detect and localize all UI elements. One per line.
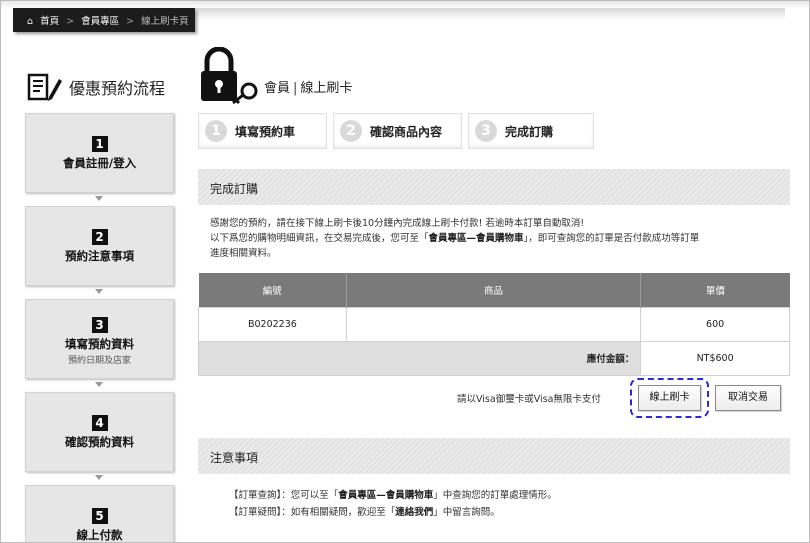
tab-confirm-items[interactable]: 2 確認商品內容 bbox=[333, 113, 462, 149]
tab-number: 2 bbox=[340, 120, 362, 142]
tab-label: 填寫預約車 bbox=[235, 124, 296, 139]
tab-label: 確認商品內容 bbox=[370, 124, 443, 139]
online-pay-button[interactable]: 線上刷卡 bbox=[638, 385, 701, 411]
column-header-price: 單價 bbox=[640, 273, 790, 307]
step-label: 填寫預約資料 bbox=[65, 337, 134, 351]
sidebar-step-4[interactable]: 4 確認預約資料 bbox=[25, 392, 174, 472]
step-arrow-icon bbox=[95, 382, 103, 387]
document-pen-icon bbox=[27, 73, 62, 101]
home-icon[interactable]: ⌂ bbox=[27, 16, 33, 27]
member-cart-link[interactable]: 會員專區—會員購物車 bbox=[429, 233, 524, 244]
page-frame: ⌂ 首頁 > 會員專區 > 線上刷卡頁 優惠預約流程 1 會員註冊/登入 2 預… bbox=[0, 0, 810, 543]
tab-number: 1 bbox=[205, 120, 227, 142]
page-title-section: 會員 bbox=[264, 81, 291, 96]
table-row: B0202236 600 bbox=[198, 306, 790, 342]
payment-note: 請以Visa御璽卡或Visa無限卡支付 bbox=[457, 394, 601, 405]
step-number: 1 bbox=[91, 136, 108, 152]
sidebar-step-5[interactable]: 5 線上付款 bbox=[25, 485, 174, 542]
notice-text: 」中留言詢問。 bbox=[433, 507, 500, 518]
top-decorative-line bbox=[195, 8, 785, 20]
complete-order-heading: 完成訂購 bbox=[198, 169, 790, 205]
notice-text: 【訂單查詢】：您可以至「 bbox=[229, 490, 339, 501]
sidebar-step-1[interactable]: 1 會員註冊/登入 bbox=[25, 113, 174, 193]
tab-label: 完成訂購 bbox=[505, 124, 554, 139]
tab-complete-order[interactable]: 3 完成訂購 bbox=[468, 113, 594, 149]
sidebar-step-2[interactable]: 2 預約注意事項 bbox=[25, 206, 174, 286]
contact-us-link[interactable]: 連絡我們 bbox=[395, 507, 433, 518]
product-cell bbox=[345, 306, 642, 342]
step-arrow-icon bbox=[95, 289, 103, 294]
column-header-id: 編號 bbox=[198, 273, 347, 307]
breadcrumb-current: 線上刷卡頁 bbox=[141, 16, 189, 27]
complete-order-description: 感謝您的預約，請在接下線上刷卡後10分鐘內完成線上刷卡付款! 若逾時本訂單自動取… bbox=[210, 216, 790, 261]
sidebar-step-3[interactable]: 3 填寫預約資料 預約日期及店家 bbox=[25, 299, 174, 379]
page-title-page: 線上刷卡 bbox=[300, 81, 353, 96]
step-label: 線上付款 bbox=[76, 528, 123, 542]
breadcrumb-separator: > bbox=[126, 16, 135, 27]
tab-fill-order[interactable]: 1 填寫預約車 bbox=[198, 113, 327, 149]
column-header-product: 商品 bbox=[346, 273, 642, 307]
description-line: 進度相關資料。 bbox=[210, 248, 277, 259]
breadcrumb: ⌂ 首頁 > 會員專區 > 線上刷卡頁 bbox=[13, 8, 195, 32]
breadcrumb-home[interactable]: 首頁 bbox=[40, 16, 59, 27]
description-text: 」，即可查詢您的訂單是否付款成功等訂單 bbox=[523, 233, 700, 244]
lock-key-icon bbox=[201, 47, 258, 105]
description-text: 以下爲您的購物明細資訊，在交易完成後，您可至「 bbox=[210, 233, 429, 244]
description-line: 以下爲您的購物明細資訊，在交易完成後，您可至「會員專區—會員購物車」，即可查詢您… bbox=[210, 231, 790, 246]
step-arrow-icon bbox=[95, 475, 103, 480]
notice-heading: 注意事項 bbox=[198, 438, 790, 474]
price-cell: 600 bbox=[640, 306, 790, 342]
cancel-transaction-button[interactable]: 取消交易 bbox=[715, 385, 781, 411]
step-number: 3 bbox=[91, 317, 108, 333]
sidebar-title-text: 優惠預約流程 bbox=[69, 79, 166, 98]
order-id-cell: B0202236 bbox=[198, 306, 347, 342]
table-total-row: 應付金額： NT$600 bbox=[197, 340, 790, 376]
sidebar-title: 優惠預約流程 bbox=[27, 73, 165, 101]
step-number: 5 bbox=[91, 508, 108, 524]
page-title-separator: | bbox=[293, 81, 298, 96]
tab-number: 3 bbox=[475, 120, 497, 142]
notice-text: 」中查詢您的訂單處理情形。 bbox=[433, 490, 557, 501]
breadcrumb-member[interactable]: 會員專區 bbox=[81, 16, 119, 27]
member-cart-link[interactable]: 會員專區—會員購物車 bbox=[338, 490, 433, 501]
total-label: 應付金額： bbox=[197, 340, 642, 376]
page-title: 會員 | 線上刷卡 bbox=[264, 77, 352, 96]
progress-tabs: 1 填寫預約車 2 確認商品內容 3 完成訂購 bbox=[198, 113, 594, 149]
step-label: 確認預約資料 bbox=[65, 435, 134, 449]
breadcrumb-separator: > bbox=[66, 16, 75, 27]
total-value: NT$600 bbox=[640, 340, 790, 376]
step-number: 2 bbox=[91, 229, 108, 245]
step-arrow-icon bbox=[95, 196, 103, 201]
notice-item: 【訂單查詢】：您可以至「會員專區—會員購物車」中查詢您的訂單處理情形。 bbox=[229, 487, 557, 501]
step-sublabel: 預約日期及店家 bbox=[67, 356, 131, 366]
table-header-row: 編號 商品 單價 bbox=[198, 273, 790, 307]
step-number: 4 bbox=[91, 415, 108, 431]
step-label: 會員註冊/登入 bbox=[62, 156, 137, 170]
order-table: 編號 商品 單價 B0202236 600 應付金額： NT$600 bbox=[197, 273, 790, 376]
notice-text: 【訂單疑問】：如有相關疑問，歡迎至「 bbox=[229, 507, 396, 518]
description-line: 感謝您的預約，請在接下線上刷卡後10分鐘內完成線上刷卡付款! 若逾時本訂單自動取… bbox=[210, 218, 585, 229]
step-label: 預約注意事項 bbox=[65, 249, 134, 263]
notice-item: 【訂單疑問】：如有相關疑問，歡迎至「連絡我們」中留言詢問。 bbox=[229, 504, 500, 518]
